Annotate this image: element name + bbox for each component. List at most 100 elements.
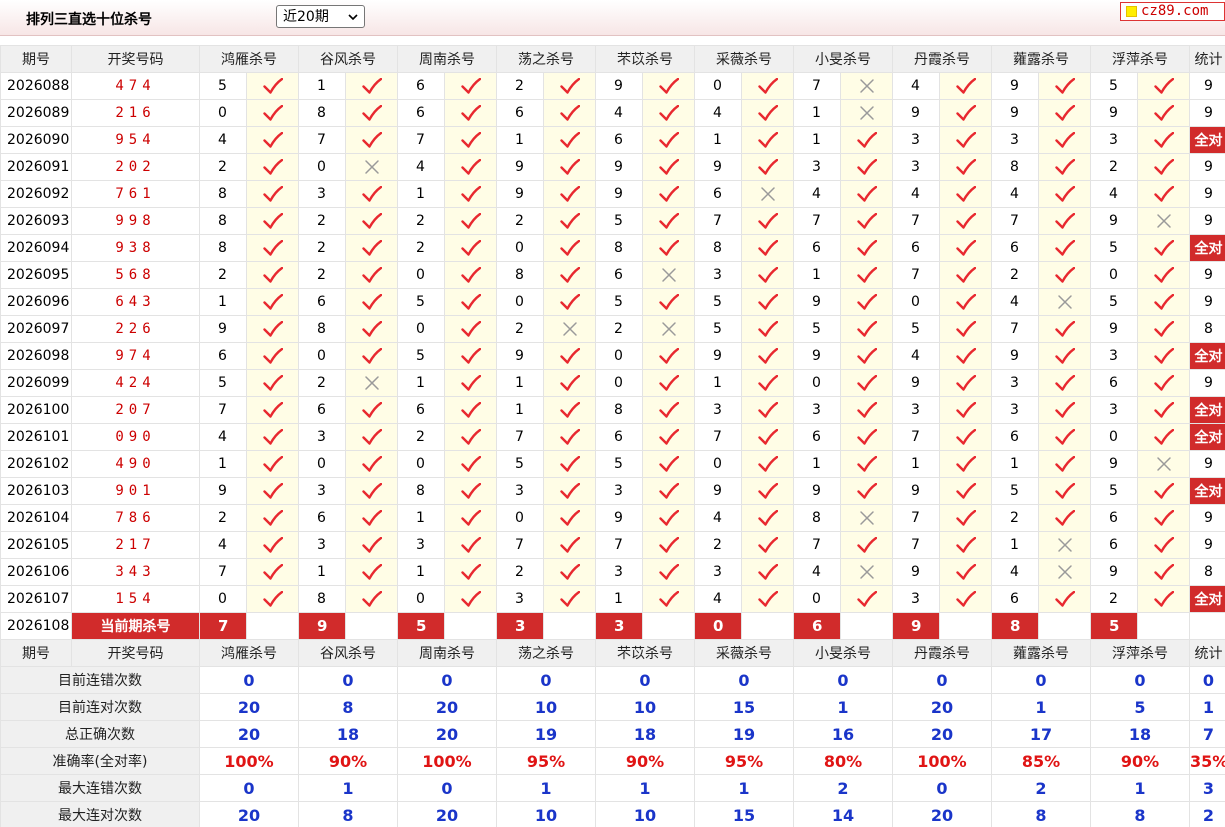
kill-number: 2: [397, 423, 445, 451]
result-mark: [1038, 126, 1091, 154]
kill-number: 2: [298, 261, 346, 289]
current-kill-number: 5: [397, 612, 445, 640]
kill-number: 1: [595, 585, 643, 613]
kill-number: 7: [199, 558, 247, 586]
checkmark-icon: [955, 402, 976, 418]
result-mark: [840, 450, 893, 478]
checkmark-icon: [757, 78, 778, 94]
kill-number: 8: [397, 477, 445, 505]
kill-number: 3: [991, 369, 1039, 397]
checkmark-icon: [1054, 456, 1075, 472]
result-mark: [939, 477, 992, 505]
result-mark: [741, 585, 794, 613]
checkmark-icon: [856, 132, 877, 148]
summary-value: 0: [892, 774, 992, 802]
kill-number: 5: [199, 369, 247, 397]
result-mark: [345, 153, 398, 181]
result-mark: [444, 315, 497, 343]
draw-number: 786: [71, 504, 200, 532]
kill-number: 6: [1090, 369, 1138, 397]
kill-number: 9: [892, 477, 940, 505]
result-mark: [939, 261, 992, 289]
row-stat: 8: [1189, 558, 1225, 586]
checkmark-icon: [460, 483, 481, 499]
summary-stat: 2: [1189, 801, 1225, 827]
checkmark-icon: [1153, 429, 1174, 445]
checkmark-icon: [757, 294, 778, 310]
summary-value: 10: [496, 801, 596, 827]
kill-number: 3: [892, 396, 940, 424]
checkmark-icon: [757, 456, 778, 472]
result-mark: [543, 585, 596, 613]
col-header-expert: 浮萍杀号: [1090, 45, 1190, 73]
row-stat: 9: [1189, 450, 1225, 478]
kill-number: 5: [595, 450, 643, 478]
checkmark-icon: [658, 294, 679, 310]
checkmark-icon: [658, 564, 679, 580]
checkmark-icon: [262, 429, 283, 445]
result-mark: [939, 504, 992, 532]
kill-number: 0: [397, 585, 445, 613]
kill-number: 1: [793, 126, 841, 154]
result-mark: [1137, 558, 1190, 586]
checkmark-icon: [658, 510, 679, 526]
kill-number: 4: [397, 153, 445, 181]
checkmark-icon: [1054, 159, 1075, 175]
current-kill-number: 8: [991, 612, 1039, 640]
summary-value: 1: [991, 693, 1091, 721]
checkmark-icon: [955, 159, 976, 175]
checkmark-icon: [559, 402, 580, 418]
empty-cell: [345, 612, 398, 640]
summary-value: 18: [298, 720, 398, 748]
result-mark: [246, 558, 299, 586]
result-mark: [444, 531, 497, 559]
kill-number: 2: [1090, 585, 1138, 613]
kill-number: 8: [595, 234, 643, 262]
checkmark-icon: [955, 483, 976, 499]
kill-number: 1: [298, 72, 346, 100]
result-mark: [1137, 504, 1190, 532]
kill-number: 4: [892, 180, 940, 208]
summary-value: 90%: [595, 747, 695, 775]
kill-number: 2: [199, 261, 247, 289]
checkmark-icon: [955, 321, 976, 337]
table-row: 2026096 643 1 6 5 0 5 5 9 0 4 5 9: [0, 288, 1225, 316]
summary-value: 20: [397, 693, 497, 721]
checkmark-icon: [361, 213, 382, 229]
checkmark-icon: [460, 267, 481, 283]
result-mark: [444, 207, 497, 235]
col-header-expert: 荡之杀号: [496, 45, 596, 73]
draw-number: 217: [71, 531, 200, 559]
result-mark: [1038, 423, 1091, 451]
summary-value: 0: [892, 666, 992, 694]
kill-number: 1: [793, 450, 841, 478]
kill-number: 9: [199, 477, 247, 505]
result-mark: [444, 585, 497, 613]
kill-number: 7: [694, 423, 742, 451]
result-mark: [642, 234, 695, 262]
result-mark: [642, 207, 695, 235]
all-correct-badge: 全对: [1189, 342, 1225, 370]
result-mark: [1137, 99, 1190, 127]
result-mark: [741, 396, 794, 424]
result-mark: [939, 342, 992, 370]
result-mark: [246, 180, 299, 208]
kill-number: 6: [595, 261, 643, 289]
summary-label: 准确率(全对率): [0, 747, 200, 775]
kill-number: 2: [1090, 153, 1138, 181]
checkmark-icon: [757, 510, 778, 526]
result-mark: [840, 531, 893, 559]
issue-number: 2026099: [0, 369, 72, 397]
site-badge[interactable]: cz89.com: [1120, 2, 1225, 21]
summary-value: 5: [1090, 693, 1190, 721]
kill-number: 2: [298, 207, 346, 235]
col-header-expert: 采薇杀号: [694, 45, 794, 73]
kill-number: 4: [991, 558, 1039, 586]
checkmark-icon: [262, 510, 283, 526]
issue-number: 2026105: [0, 531, 72, 559]
result-mark: [840, 99, 893, 127]
kill-number: 8: [298, 315, 346, 343]
summary-value: 100%: [199, 747, 299, 775]
period-select[interactable]: 近20期: [276, 5, 365, 28]
kill-number: 4: [793, 180, 841, 208]
